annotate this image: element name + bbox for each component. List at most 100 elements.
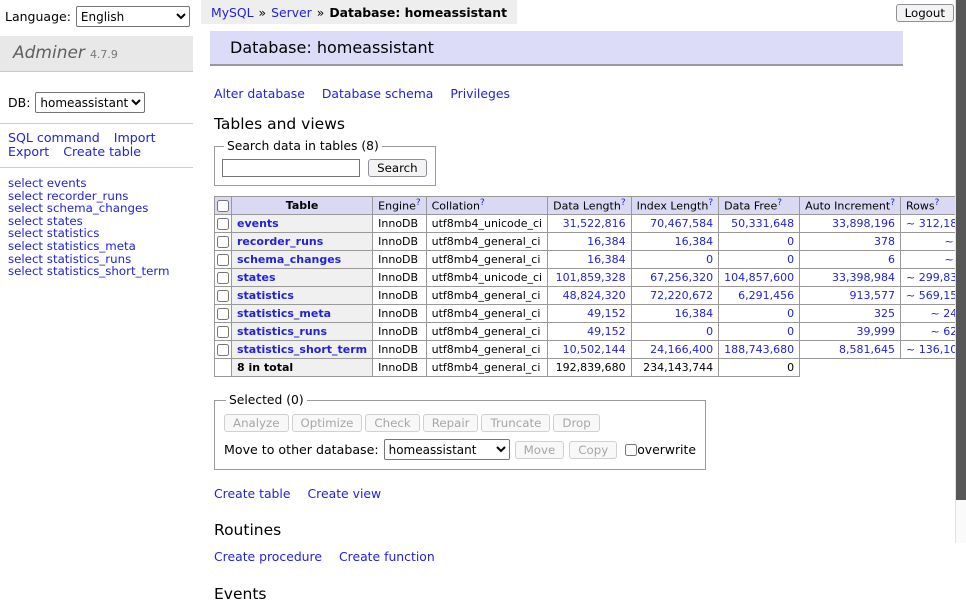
optimize-button[interactable]: Optimize [292,414,363,432]
row-checkbox[interactable] [217,236,229,248]
table-name-link[interactable]: recorder_runs [237,235,323,248]
table-row: statistics_runsInnoDButf8mb4_general_ci4… [215,323,966,341]
cell-index-length: 72,220,672 [631,287,719,305]
help-icon[interactable]: ? [935,198,940,208]
logout-button[interactable]: Logout [896,4,954,22]
cell-collation: utf8mb4_general_ci [426,233,547,251]
action-alter-database[interactable]: Alter database [214,86,305,101]
table-name-link[interactable]: schema_changes [237,253,341,266]
help-icon[interactable]: ? [890,198,895,208]
cell-collation: utf8mb4_unicode_ci [426,269,547,287]
link-create-table[interactable]: Create table [63,144,141,159]
table-name-link[interactable]: statistics_runs [237,325,327,338]
cell-data-length: 16,384 [548,233,631,251]
move-button[interactable]: Move [515,441,565,459]
breadcrumb-current: Database: homeassistant [329,5,507,20]
language-row: Language: English [0,0,193,27]
help-icon[interactable]: ? [621,198,626,208]
table-total-row: 8 in totalInnoDButf8mb4_general_ci192,83… [215,359,966,377]
cell-data-length: 48,824,320 [548,287,631,305]
row-checkbox[interactable] [217,308,229,320]
cell-data-free: 6,291,456 [719,287,800,305]
table-header-row: TableEngine?Collation?Data Length?Index … [215,197,966,215]
link-create-view[interactable]: Create view [308,486,382,501]
adminer-version[interactable]: 4.7.9 [90,48,118,61]
sidebar-item-select-statistics-short-term[interactable]: select statistics_short_term [8,265,193,278]
link-create-table[interactable]: Create table [214,486,291,501]
copy-button[interactable]: Copy [569,441,617,459]
db-select[interactable]: homeassistant [35,92,145,113]
language-select[interactable]: English [76,6,190,27]
link-export[interactable]: Export [8,144,49,159]
row-checkbox[interactable] [217,326,229,338]
table-name-link[interactable]: states [237,271,276,284]
search-button[interactable]: Search [368,159,427,177]
row-checkbox[interactable] [217,254,229,266]
help-icon[interactable]: ? [416,198,421,208]
total-data-length: 192,839,680 [548,359,631,377]
sidebar-item-select-statistics-meta[interactable]: select statistics_meta [8,240,193,253]
cell-data-length: 10,502,144 [548,341,631,359]
breadcrumb: MySQL » Server » Database: homeassistant [201,0,517,24]
overwrite-checkbox[interactable] [625,444,637,456]
database-actions: Alter database Database schema Privileges [214,86,903,101]
cell-data-length: 49,152 [548,323,631,341]
db-label: DB: [8,95,30,110]
tables-table: TableEngine?Collation?Data Length?Index … [214,196,966,377]
link-create-procedure[interactable]: Create procedure [214,549,322,564]
cell-engine: InnoDB [373,323,426,341]
analyze-button[interactable]: Analyze [224,414,289,432]
move-row: Move to other database: homeassistant Mo… [224,439,696,460]
help-icon[interactable]: ? [480,198,485,208]
sidebar-item-select-events[interactable]: select events [8,177,193,190]
action-privileges[interactable]: Privileges [450,86,510,101]
sidebar-table-links: select eventsselect recorder_runsselect … [0,177,193,278]
search-input[interactable] [222,159,360,177]
overwrite-label: overwrite [637,442,696,457]
table-name-link[interactable]: events [237,217,279,230]
adminer-logo[interactable]: Adminer [13,43,85,63]
table-row: statistics_short_termInnoDButf8mb4_gener… [215,341,966,359]
cell-auto-increment: 39,999 [800,323,901,341]
breadcrumb-link-server[interactable]: Server [271,5,312,20]
action-database-schema[interactable]: Database schema [322,86,433,101]
row-checkbox[interactable] [217,290,229,302]
cell-engine: InnoDB [373,215,426,233]
help-icon[interactable]: ? [777,198,782,208]
cell-index-length: 67,256,320 [631,269,719,287]
move-db-select[interactable]: homeassistant [384,439,510,460]
table-row: schema_changesInnoDButf8mb4_general_ci16… [215,251,966,269]
repair-button[interactable]: Repair [423,414,479,432]
breadcrumb-link-mysql[interactable]: MySQL [211,5,254,20]
truncate-button[interactable]: Truncate [481,414,550,432]
cell-engine: InnoDB [373,269,426,287]
row-checkbox[interactable] [217,272,229,284]
check-button[interactable]: Check [365,414,419,432]
table-name-link[interactable]: statistics_meta [237,307,331,320]
table-name-link[interactable]: statistics_short_term [237,343,367,356]
sidebar-item-select-schema-changes[interactable]: select schema_changes [8,202,193,215]
column-header-engine: Engine? [373,197,426,215]
column-header-data-length: Data Length? [548,197,631,215]
link-import[interactable]: Import [114,130,156,145]
cell-index-length: 16,384 [631,233,719,251]
cell-collation: utf8mb4_unicode_ci [426,215,547,233]
drop-button[interactable]: Drop [553,414,599,432]
create-links: Create table Create view [214,486,903,501]
cell-auto-increment: 33,898,196 [800,215,901,233]
cell-data-free: 0 [719,233,800,251]
help-icon[interactable]: ? [708,198,713,208]
table-name-link[interactable]: statistics [237,289,294,302]
db-selector-row: DB: homeassistant [8,92,193,113]
select-all-checkbox[interactable] [217,200,229,212]
row-checkbox[interactable] [217,218,229,230]
vertical-scrollbar[interactable] [955,0,966,543]
cell-data-length: 31,522,816 [548,215,631,233]
link-create-function[interactable]: Create function [339,549,435,564]
link-sql-command[interactable]: SQL command [8,130,100,145]
adminer-header: Adminer 4.7.9 [0,36,193,72]
scrollbar-thumb[interactable] [956,0,966,500]
row-checkbox[interactable] [217,344,229,356]
cell-engine: InnoDB [373,251,426,269]
cell-auto-increment: 8,581,645 [800,341,901,359]
